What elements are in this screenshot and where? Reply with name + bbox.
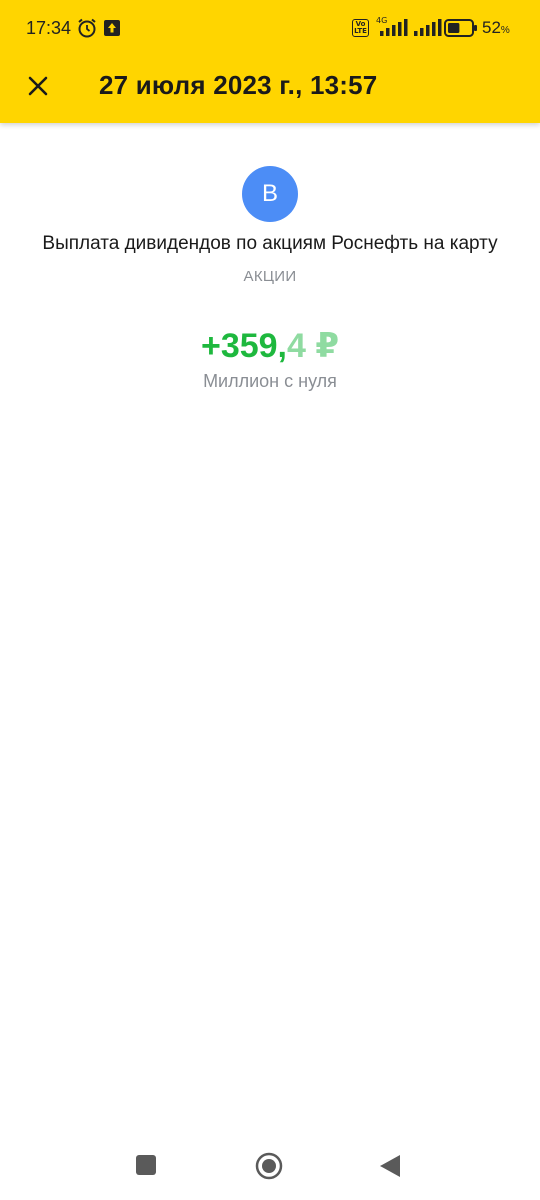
merchant-avatar: В — [242, 166, 298, 222]
account-name: Миллион с нуля — [203, 371, 337, 391]
signal-icon — [380, 19, 408, 36]
signal-icon — [414, 19, 442, 36]
volte-icon: Vo LTE — [352, 19, 369, 37]
close-icon — [28, 76, 48, 96]
app-header: 17:34 Vo LTE 4G 52% 27 июля 2023 г., 13:… — [0, 0, 540, 123]
system-nav-bar — [0, 1140, 540, 1200]
amount-main: +359, — [200, 327, 287, 365]
back-icon[interactable] — [378, 1153, 402, 1179]
transaction-category: АКЦИИ — [243, 268, 297, 285]
battery-percent: 52% — [482, 18, 510, 37]
recents-icon[interactable] — [135, 1154, 157, 1176]
alarm-icon — [78, 18, 96, 38]
close-button[interactable] — [20, 68, 56, 104]
transaction-amount: +359,4 ₽ — [0, 326, 540, 366]
upload-icon — [104, 20, 120, 36]
status-bar: 17:34 Vo LTE 4G 52% — [0, 0, 540, 58]
status-time: 17:34 — [26, 18, 72, 38]
transaction-title: Выплата дивидендов по акциям Роснефть на… — [42, 233, 498, 254]
amount-fraction: 4 ₽ — [287, 327, 340, 365]
battery-icon — [444, 19, 477, 37]
home-icon[interactable] — [255, 1152, 283, 1180]
page-title: 27 июля 2023 г., 13:57 — [99, 70, 378, 100]
